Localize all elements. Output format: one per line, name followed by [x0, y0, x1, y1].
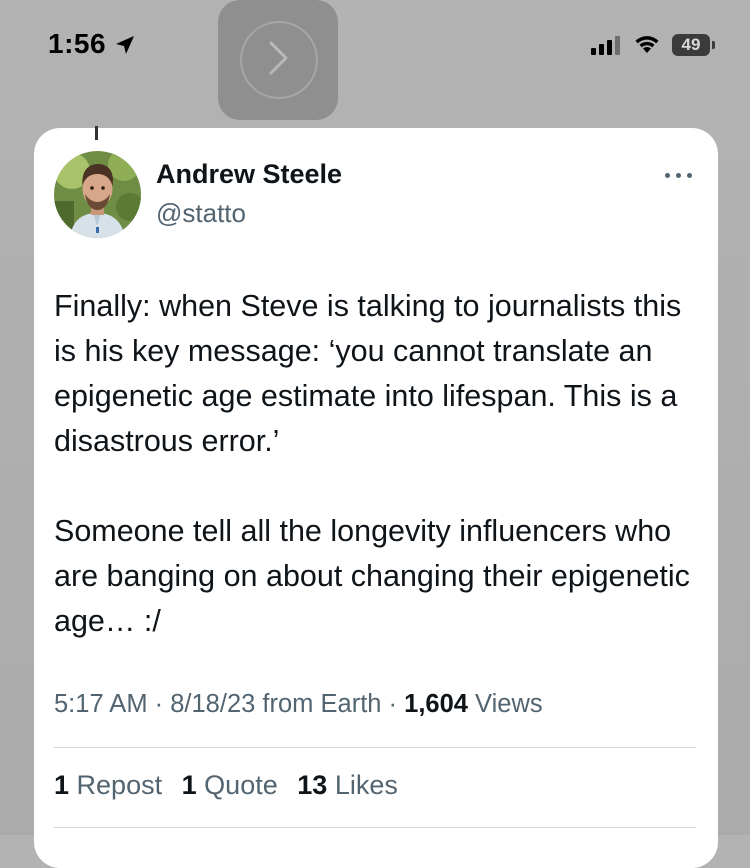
author-handle[interactable]: @statto: [156, 198, 246, 229]
likes-stat[interactable]: 13 Likes: [297, 770, 398, 801]
likes-label: Likes: [334, 770, 398, 800]
views-label: Views: [475, 690, 543, 718]
tweet-paragraph: Someone tell all the longevity influence…: [54, 514, 690, 638]
tweet-paragraph: Finally: when Steve is talking to journa…: [54, 289, 682, 458]
tweet-card: Andrew Steele @statto Finally: when Stev…: [34, 128, 718, 868]
battery-icon: [712, 41, 715, 49]
chevron-right-icon: [269, 41, 288, 75]
thread-connector: [95, 126, 98, 140]
views-count: 1,604: [404, 690, 468, 718]
divider: [54, 747, 696, 748]
wifi-icon: [632, 33, 662, 60]
meta-separator: ·: [147, 690, 171, 718]
more-horizontal-icon: [687, 173, 692, 178]
likes-count: 13: [297, 770, 328, 800]
quotes-label: Quote: [204, 770, 278, 800]
status-bar: 1:56 49: [0, 0, 750, 100]
location-arrow-icon: [114, 34, 136, 56]
forward-button[interactable]: [218, 0, 338, 120]
engagement-stats: 1 Repost 1 Quote 13 Likes: [54, 770, 410, 801]
meta-separator: ·: [381, 690, 405, 718]
reposts-label: Repost: [76, 770, 163, 800]
cellular-signal-icon: [590, 35, 624, 60]
more-horizontal-icon: [665, 173, 670, 178]
reposts-stat[interactable]: 1 Repost: [54, 770, 162, 801]
quotes-stat[interactable]: 1 Quote: [182, 770, 278, 801]
tweet-date[interactable]: 8/18/23: [170, 690, 255, 718]
avatar-image: [54, 151, 141, 238]
more-options-button[interactable]: [664, 168, 694, 182]
tweet-source: from Earth: [262, 690, 382, 718]
divider: [54, 827, 696, 828]
avatar[interactable]: [54, 151, 141, 238]
tweet-time[interactable]: 5:17 AM: [54, 690, 148, 718]
tweet-text: Finally: when Steve is talking to journa…: [54, 284, 694, 644]
tweet-meta: 5:17 AM · 8/18/23 from Earth · 1,604 Vie…: [54, 690, 543, 719]
battery-level: 49: [672, 34, 710, 56]
author-name[interactable]: Andrew Steele: [156, 159, 342, 190]
more-horizontal-icon: [676, 173, 681, 178]
status-time: 1:56: [48, 28, 107, 59]
reposts-count: 1: [54, 770, 70, 800]
quotes-count: 1: [181, 770, 197, 800]
